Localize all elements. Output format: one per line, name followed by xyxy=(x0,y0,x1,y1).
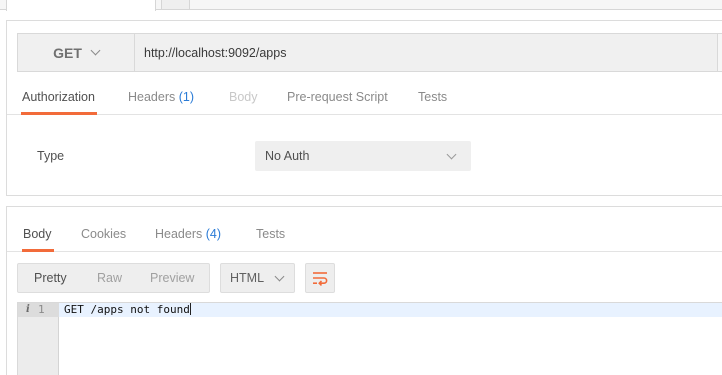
tab-label: Body xyxy=(229,90,258,104)
headers-count: (4) xyxy=(205,227,222,241)
info-icon[interactable]: i xyxy=(26,303,30,317)
url-value: http://localhost:9092/apps xyxy=(144,45,287,60)
code-text: GET /apps not found xyxy=(64,303,190,316)
tab-label: Tests xyxy=(256,227,286,241)
url-bar: GET http://localhost:9092/apps xyxy=(17,33,722,72)
wrap-lines-icon xyxy=(313,272,328,286)
tab-cookies[interactable]: Cookies xyxy=(81,221,126,252)
tab-label: Tests xyxy=(418,90,448,104)
tab-label: Cookies xyxy=(81,227,127,241)
params-button[interactable] xyxy=(717,34,722,71)
tab-body[interactable]: Body xyxy=(229,85,258,115)
line-number: 1 xyxy=(38,303,45,316)
response-tabs: Body Cookies Headers (4) Tests xyxy=(7,221,722,252)
wrap-lines-button[interactable] xyxy=(305,263,335,293)
tab-pre-request-script[interactable]: Pre-request Script xyxy=(287,85,388,115)
code-line: GET /apps not found xyxy=(64,303,191,317)
tab-response-tests[interactable]: Tests xyxy=(256,221,285,252)
tab-label: Authorization xyxy=(22,90,95,104)
tab-label: Pre-request Script xyxy=(287,90,388,104)
auth-type-select[interactable]: No Auth xyxy=(255,141,471,171)
auth-type-label: Type xyxy=(37,149,65,163)
tab-label: Body xyxy=(23,227,52,241)
editor-gutter: i 1 xyxy=(18,303,59,375)
method-select[interactable]: GET xyxy=(18,34,135,71)
text-cursor xyxy=(189,303,191,315)
tab-authorization[interactable]: Authorization xyxy=(21,85,97,115)
auth-type-value: No Auth xyxy=(265,149,310,163)
request-tabs: Authorization Headers (1) Body Pre-reque… xyxy=(7,85,722,115)
format-select[interactable]: HTML xyxy=(220,263,295,293)
format-value: HTML xyxy=(230,271,265,285)
view-raw-button[interactable]: Raw xyxy=(97,264,122,292)
response-panel: Body Cookies Headers (4) Tests Pretty Ra… xyxy=(6,206,722,375)
tab-response-headers[interactable]: Headers (4) xyxy=(155,221,221,252)
view-mode-group: Pretty Raw Preview xyxy=(17,263,210,293)
headers-count: (1) xyxy=(178,90,195,104)
tab-tests[interactable]: Tests xyxy=(418,85,447,115)
chevron-down-icon xyxy=(446,149,457,159)
view-preview-button[interactable]: Preview xyxy=(150,264,194,292)
request-panel: GET http://localhost:9092/apps Authoriza… xyxy=(6,20,722,196)
tab-label: Headers xyxy=(128,90,176,104)
postman-window: GET http://localhost:9092/apps Authoriza… xyxy=(0,0,722,375)
new-tab-button[interactable] xyxy=(161,0,190,10)
tab-label: Headers xyxy=(155,227,203,241)
tab-headers[interactable]: Headers (1) xyxy=(128,85,194,115)
tab-response-body[interactable]: Body xyxy=(22,221,53,252)
request-tab-active[interactable] xyxy=(6,0,156,11)
response-editor[interactable]: i 1 GET /apps not found xyxy=(17,302,722,375)
view-pretty-button[interactable]: Pretty xyxy=(34,264,67,292)
chevron-down-icon xyxy=(90,45,101,56)
url-input[interactable]: http://localhost:9092/apps xyxy=(135,34,717,71)
chevron-down-icon xyxy=(274,271,285,281)
method-label: GET xyxy=(53,44,82,61)
request-tab-strip xyxy=(0,0,722,11)
